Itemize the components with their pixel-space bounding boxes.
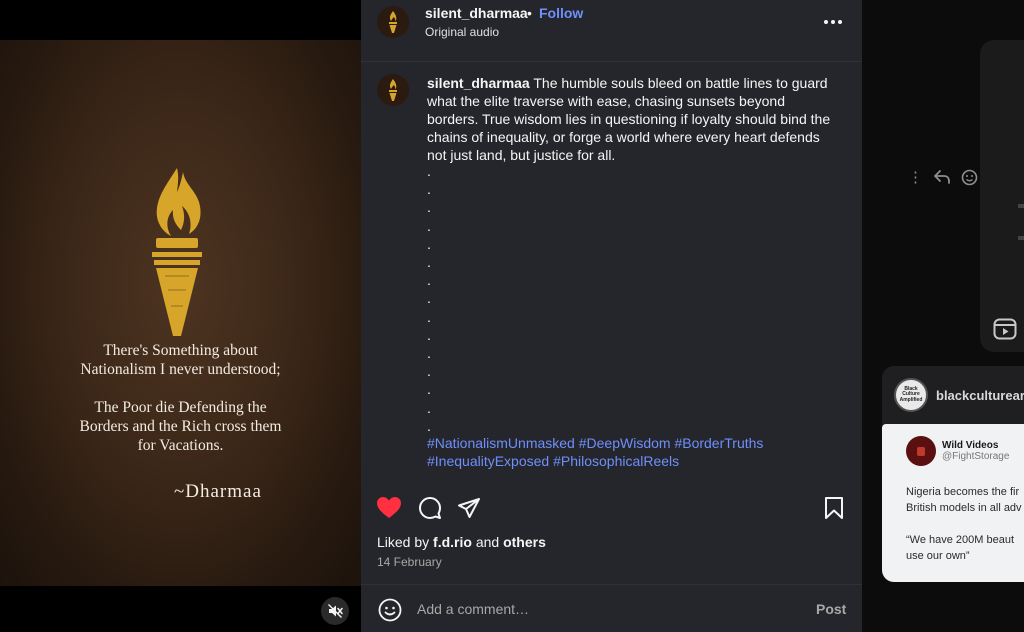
likes-summary: Liked by f.d.rio and others — [377, 534, 546, 550]
like-button[interactable] — [374, 493, 404, 523]
reply-icon[interactable] — [933, 169, 951, 185]
quote-signature: ~Dharmaa — [174, 481, 262, 502]
caption-dot-spacer: . . . . . . . . . . . . . . . — [427, 163, 431, 434]
author-avatar[interactable] — [377, 6, 409, 38]
hashtag-link[interactable]: #PhilosophicalReels — [553, 453, 679, 469]
hashtag-link[interactable]: #BorderTruths — [674, 435, 763, 451]
share-button[interactable] — [454, 493, 484, 523]
background-messages: ⋮ Black Culture Amplified blackculturear… — [862, 0, 1024, 632]
fist-icon — [917, 447, 925, 456]
background-topbar — [862, 0, 1024, 40]
author-username[interactable]: silent_dharmaa — [425, 5, 528, 21]
heart-icon — [377, 497, 401, 518]
tweet-name: Wild Videos — [942, 440, 999, 451]
reels-icon — [993, 318, 1017, 340]
quote-line: The Poor die Defending the — [94, 399, 267, 416]
save-button[interactable] — [819, 493, 849, 523]
hashtag-link[interactable]: #InequalityExposed — [427, 453, 549, 469]
tweet-text-line: British models in all adv — [906, 502, 1022, 514]
quote-line: Borders and the Rich cross them — [79, 418, 282, 435]
shared-reel-thumbnail[interactable] — [980, 40, 1024, 352]
shared-post-card[interactable]: Black Culture Amplified blackculturear W… — [882, 366, 1024, 582]
more-icon — [824, 20, 828, 24]
comment-bar: Post — [361, 584, 862, 632]
mute-button[interactable] — [321, 597, 349, 625]
hashtag-list: #NationalismUnmasked #DeepWisdom #Border… — [427, 434, 847, 470]
more-options-button[interactable] — [819, 10, 847, 34]
post-details-panel: silent_dharmaa • Follow Original audio s… — [361, 0, 862, 632]
tweet-text-line: Nigeria becomes the fir — [906, 486, 1020, 498]
comment-button[interactable] — [415, 493, 445, 523]
emoji-react-icon[interactable] — [961, 169, 978, 186]
separator-dot: • — [527, 5, 532, 21]
shared-tweet-image: Wild Videos @FightStorage Nigeria become… — [882, 424, 1024, 582]
hashtag-link[interactable]: #DeepWisdom — [579, 435, 671, 451]
caption-username[interactable]: silent_dharmaa — [427, 75, 530, 91]
emoji-button[interactable] — [377, 597, 403, 623]
post-caption: silent_dharmaa The humble souls bleed on… — [427, 74, 837, 164]
shared-account-name[interactable]: blackculturear — [936, 388, 1024, 403]
tweet-text-line: use our own” — [906, 550, 970, 562]
hashtag-link[interactable]: #NationalismUnmasked — [427, 435, 575, 451]
comment-input[interactable] — [417, 597, 797, 621]
shared-account-avatar: Black Culture Amplified — [894, 378, 928, 412]
follow-button[interactable]: Follow — [539, 5, 583, 21]
reel-image[interactable]: There's Something about Nationalism I ne… — [0, 40, 361, 586]
caption-author-avatar[interactable] — [377, 74, 409, 106]
torch-icon — [389, 11, 397, 33]
tweet-text-line: “We have 200M beaut — [906, 534, 1015, 546]
message-actions: ⋮ — [908, 168, 978, 186]
post-actions-bar — [361, 490, 862, 526]
emoji-icon — [378, 598, 402, 622]
bookmark-icon — [825, 497, 843, 519]
liked-by-user[interactable]: f.d.rio — [433, 534, 472, 550]
quote-line: for Vacations. — [137, 437, 224, 454]
post-comment-button[interactable]: Post — [816, 601, 846, 617]
quote-line: Nationalism I never understood; — [80, 361, 281, 378]
torch-icon — [152, 168, 202, 336]
share-icon — [458, 498, 480, 518]
post-header: silent_dharmaa • Follow Original audio — [361, 0, 862, 62]
mute-icon — [328, 604, 343, 618]
audio-label[interactable]: Original audio — [425, 25, 499, 39]
tweet-handle: @FightStorage — [942, 451, 1010, 462]
tweet-avatar — [906, 436, 936, 466]
comment-icon — [419, 497, 441, 519]
torch-icon — [389, 79, 397, 101]
more-vertical-icon[interactable]: ⋮ — [908, 168, 923, 186]
liked-by-others[interactable]: others — [503, 534, 546, 550]
post-date[interactable]: 14 February — [377, 555, 442, 569]
quote-line: There's Something about — [103, 342, 258, 359]
reel-media-panel[interactable]: There's Something about Nationalism I ne… — [0, 0, 361, 632]
